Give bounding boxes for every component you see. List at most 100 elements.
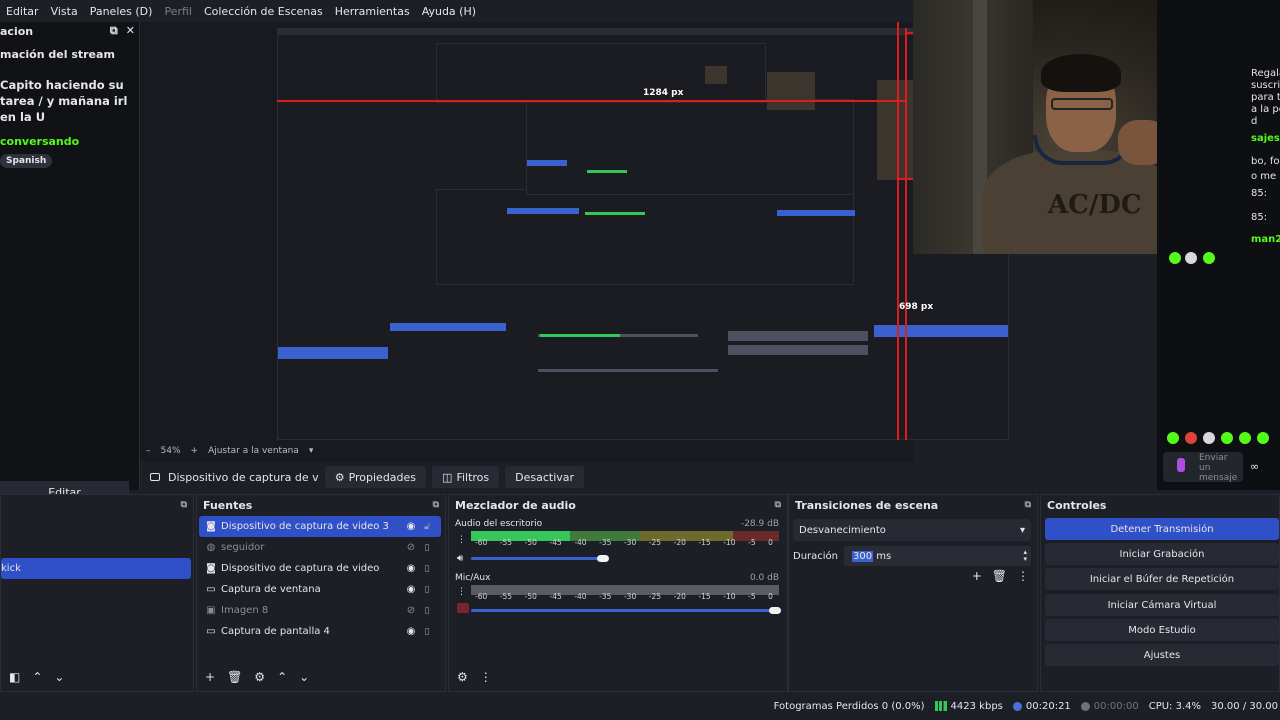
channel-menu-icon[interactable]: ⋮ — [457, 587, 466, 597]
menu-docks[interactable]: Paneles (D) — [84, 5, 159, 18]
mixer-menu-icon[interactable]: ⋮ — [480, 670, 492, 684]
selected-source-label: Dispositivo de captura de v — [150, 466, 319, 488]
move-down-icon[interactable]: ⌄ — [54, 670, 64, 684]
lock-icon[interactable]: ▯ — [419, 564, 435, 574]
stop-streaming-button[interactable]: Detener Transmisión — [1045, 518, 1279, 540]
move-up-icon[interactable]: ⌃ — [277, 670, 287, 684]
record-time: 00:00:00 — [1093, 700, 1139, 712]
advanced-audio-icon[interactable]: ⚙ — [457, 670, 468, 684]
menu-profile[interactable]: Perfil — [158, 5, 198, 18]
fader-knob[interactable] — [769, 607, 781, 614]
sources-list: ◙ Dispositivo de captura de video 3 ◉ 🔓︎… — [199, 516, 441, 642]
menu-help[interactable]: Ayuda (H) — [416, 5, 482, 18]
preview-canvas[interactable]: 1284 px 698 px — [277, 28, 1009, 440]
gear-icon: ⚙ — [334, 470, 345, 484]
source-item[interactable]: ◍ seguidor ⊘ ▯ — [199, 537, 441, 558]
emote-icon[interactable] — [1257, 432, 1269, 444]
remove-source-icon[interactable]: 🗑︎ — [227, 670, 242, 684]
emote-icon[interactable] — [1185, 432, 1197, 444]
muted-speaker-icon[interactable] — [457, 603, 469, 613]
duration-input[interactable]: 300 ms ▴ ▾ — [844, 546, 1031, 566]
emote-icon[interactable] — [1167, 432, 1179, 444]
scene-filter-icon[interactable]: ◧ — [9, 670, 20, 684]
add-transition-icon[interactable]: + — [972, 569, 982, 583]
lock-icon[interactable]: ▯ — [419, 627, 435, 637]
visibility-eye-off-icon[interactable]: ⊘ — [403, 542, 419, 553]
source-item[interactable]: ▭ Captura de pantalla 4 ◉ ▯ — [199, 621, 441, 642]
source-item[interactable]: ▭ Captura de ventana ◉ ▯ — [199, 579, 441, 600]
emote-icon[interactable] — [1239, 432, 1251, 444]
menu-view[interactable]: Vista — [45, 5, 84, 18]
spinner-icon[interactable]: ▴ ▾ — [1023, 549, 1027, 563]
add-source-icon[interactable]: + — [205, 670, 215, 684]
studio-mode-button[interactable]: Modo Estudio — [1045, 619, 1279, 641]
emote-icon[interactable] — [1203, 432, 1215, 444]
float-dock-icon[interactable]: ⧉ — [433, 500, 439, 510]
zoom-out-button[interactable]: – — [146, 446, 151, 456]
fader-knob[interactable] — [597, 555, 609, 562]
lock-icon[interactable]: ▯ — [419, 543, 435, 553]
fps-value: 30.00 / 30.00 — [1211, 700, 1278, 712]
stream-category: conversando — [0, 135, 80, 148]
transition-menu-icon[interactable]: ⋮ — [1017, 569, 1029, 583]
chevron-down-icon: ▾ — [1019, 524, 1025, 536]
scenes-dock: ⧉ kick ◧ ⌃ ⌄ — [0, 494, 194, 692]
lock-icon[interactable]: 🔓︎ — [419, 522, 435, 532]
scenes-footer: ◧ ⌃ ⌄ — [1, 663, 193, 691]
chevron-down-icon[interactable]: ▾ — [309, 446, 314, 456]
chat-input[interactable]: Enviar un mensaje — [1163, 452, 1243, 483]
controls-title: Controles — [1047, 498, 1107, 512]
menu-tools[interactable]: Herramientas — [329, 5, 416, 18]
mixer-header: Mezclador de audio ⧉ — [449, 495, 787, 515]
lock-icon[interactable]: ▯ — [419, 585, 435, 595]
controls-header: Controles — [1041, 495, 1279, 515]
source-item[interactable]: ◙ Dispositivo de captura de video ◉ ▯ — [199, 558, 441, 579]
speaker-icon[interactable]: 🔊︎ — [457, 553, 463, 564]
fit-to-window-select[interactable]: Ajustar a la ventana — [208, 446, 299, 456]
measure-height-line-a — [905, 28, 907, 440]
menu-scene-collection[interactable]: Colección de Escenas — [198, 5, 329, 18]
visibility-eye-icon[interactable]: ◉ — [403, 626, 419, 637]
start-recording-button[interactable]: Iniciar Grabación — [1045, 543, 1279, 565]
scene-item-selected[interactable]: kick — [1, 558, 191, 579]
transition-select[interactable]: Desvanecimiento ▾ — [793, 519, 1031, 541]
camera-icon: ◙ — [206, 521, 216, 532]
controls-dock: Controles Detener Transmisión Iniciar Gr… — [1040, 494, 1280, 692]
channel-menu-icon[interactable]: ⋮ — [457, 535, 466, 545]
chat-settings-icon[interactable]: ∞ — [1250, 460, 1259, 473]
start-replay-buffer-button[interactable]: Iniciar el Búfer de Repetición — [1045, 568, 1279, 590]
scene-item-label: kick — [1, 563, 21, 574]
float-dock-icon[interactable]: ⧉ — [775, 500, 781, 510]
settings-button[interactable]: Ajustes — [1045, 644, 1279, 666]
close-dock-icon[interactable]: ✕ — [126, 24, 135, 38]
source-item[interactable]: ▣ Imagen 8 ⊘ ▯ — [199, 600, 441, 621]
float-dock-icon[interactable]: ⧉ — [181, 500, 187, 510]
float-dock-icon[interactable]: ⧉ — [1025, 500, 1031, 510]
deactivate-button[interactable]: Desactivar — [505, 466, 585, 488]
filters-button[interactable]: ◫ Filtros — [432, 466, 500, 488]
start-virtual-camera-button[interactable]: Iniciar Cámara Virtual — [1045, 594, 1279, 616]
properties-button[interactable]: ⚙ Propiedades — [324, 466, 427, 488]
move-down-icon[interactable]: ⌄ — [299, 670, 309, 684]
volume-fader[interactable] — [471, 607, 781, 614]
emote-icon — [1169, 252, 1181, 264]
visibility-eye-off-icon[interactable]: ⊘ — [403, 605, 419, 616]
float-dock-icon[interactable]: ⧉ — [110, 24, 118, 38]
emote-icon[interactable] — [1221, 432, 1233, 444]
volume-fader[interactable] — [471, 555, 609, 562]
visibility-eye-icon[interactable]: ◉ — [403, 521, 419, 532]
preview-zoom-bar: – 54% + Ajustar a la ventana ▾ — [146, 446, 313, 456]
move-up-icon[interactable]: ⌃ — [32, 670, 42, 684]
remove-transition-icon[interactable]: 🗑︎ — [992, 569, 1007, 583]
visibility-eye-icon[interactable]: ◉ — [403, 584, 419, 595]
visibility-eye-icon[interactable]: ◉ — [403, 563, 419, 574]
source-item[interactable]: ◙ Dispositivo de captura de video 3 ◉ 🔓︎ — [199, 516, 441, 537]
lock-icon[interactable]: ▯ — [419, 606, 435, 616]
chat-line: o me — [1251, 171, 1277, 182]
menu-edit[interactable]: Editar — [0, 5, 45, 18]
sources-header: Fuentes ⧉ — [197, 495, 445, 515]
source-properties-icon[interactable]: ⚙ — [254, 670, 265, 684]
chat-input-placeholder: Enviar un mensaje — [1199, 453, 1238, 483]
preview-area[interactable]: 1284 px 698 px — [140, 22, 1009, 462]
zoom-in-button[interactable]: + — [191, 446, 199, 456]
